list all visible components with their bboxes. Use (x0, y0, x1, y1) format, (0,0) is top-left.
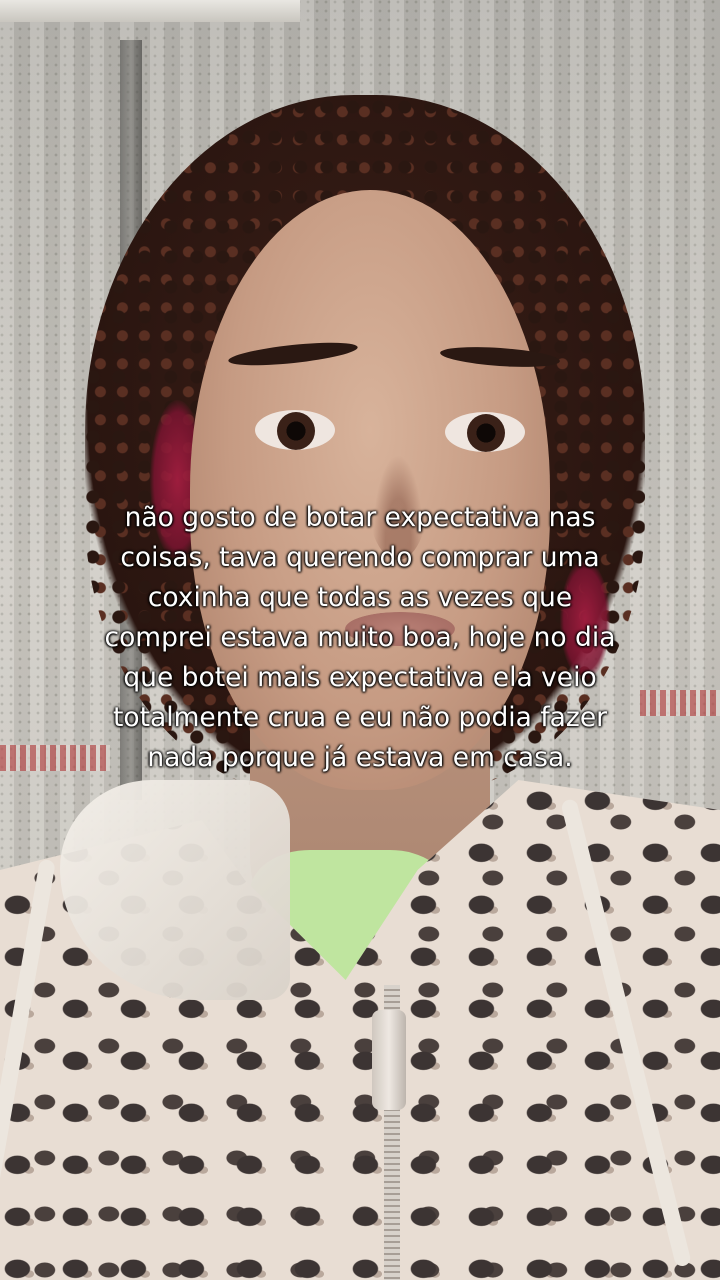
video-caption: não gosto de botar expectativa nas coisa… (60, 498, 660, 778)
caption-line: totalmente crua e eu não podia fazer (112, 702, 608, 733)
caption-line: nada porque já estava em casa. (147, 742, 573, 773)
right-iris (467, 414, 505, 452)
caption-line: coxinha que todas as vezes que (147, 582, 573, 613)
left-iris (277, 412, 315, 450)
caption-line: não gosto de botar expectativa nas (124, 502, 596, 533)
right-eye (445, 412, 525, 452)
zipper-pull (372, 1010, 406, 1110)
caption-line: coisas, tava querendo comprar uma (120, 542, 600, 573)
caption-line: que botei mais expectativa ela veio (123, 662, 597, 693)
caption-line: comprei estava muito boa, hoje no dia (104, 622, 616, 653)
left-eye (255, 410, 335, 450)
curtain-rod (0, 0, 300, 22)
video-frame: não gosto de botar expectativa nas coisa… (0, 0, 720, 1280)
